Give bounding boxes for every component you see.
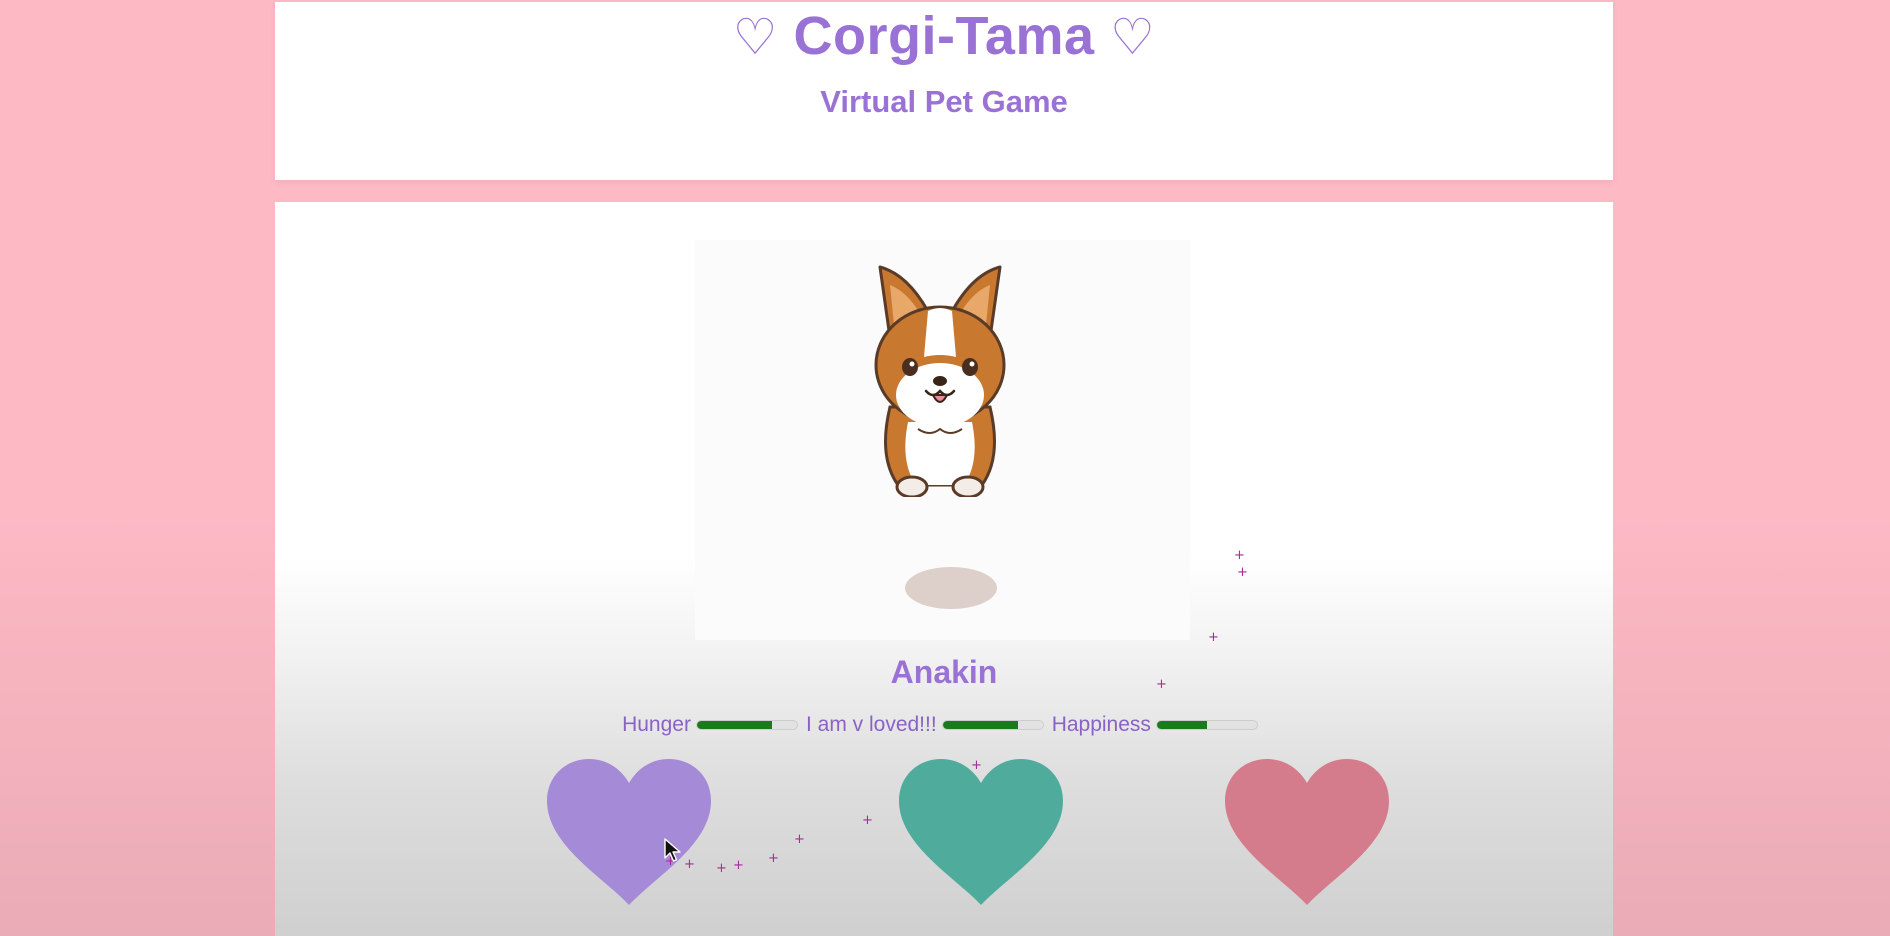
sparkle-icon: + (684, 857, 695, 872)
love-bar-fill (942, 721, 1018, 729)
sparkle-icon: + (1208, 630, 1219, 645)
page-subtitle: Virtual Pet Game (820, 84, 1068, 119)
sparkle-icon: + (1156, 677, 1167, 692)
hunger-bar (695, 720, 798, 730)
sparkle-icon: + (716, 861, 727, 876)
heart-outline-icon-left: ♡ (732, 8, 778, 66)
stats-row: Hunger I am v loved!!! Happiness (275, 710, 1613, 740)
pink-heart-button[interactable] (1223, 757, 1391, 907)
game-card: Anakin Hunger I am v loved!!! Happiness (275, 202, 1613, 936)
mouse-cursor-icon (664, 838, 681, 862)
header-card: ♡ Corgi-Tama ♡ Virtual Pet Game (275, 2, 1613, 180)
stat-label-love: I am v loved!!! (805, 713, 937, 736)
page-title: ♡ Corgi-Tama ♡ (275, 4, 1613, 69)
purple-heart-button[interactable] (545, 757, 713, 907)
sparkle-icon: + (733, 858, 744, 873)
hunger-bar-fill (696, 721, 772, 729)
sparkle-icon: + (971, 758, 982, 773)
green-heart-button[interactable] (897, 757, 1065, 907)
happiness-bar-fill (1156, 721, 1207, 729)
stat-label-hunger: Hunger (622, 713, 691, 736)
sparkle-icon: + (1237, 565, 1248, 580)
heart-outline-icon-right: ♡ (1110, 8, 1156, 66)
pet-name: Anakin (890, 654, 998, 690)
heart-icon (899, 759, 1063, 905)
happiness-bar (1155, 720, 1258, 730)
love-bar (941, 720, 1044, 730)
title-text: Corgi-Tama (793, 6, 1095, 66)
sparkle-icon: + (1234, 548, 1245, 563)
heart-icon (547, 759, 711, 905)
heart-icon (1225, 759, 1389, 905)
sparkle-icon: + (794, 832, 805, 847)
corgi-pet-image[interactable] (840, 257, 1040, 497)
food-bowl (905, 567, 997, 609)
stat-label-happiness: Happiness (1051, 713, 1151, 736)
sparkle-icon: + (862, 813, 873, 828)
sparkle-icon: + (768, 851, 779, 866)
